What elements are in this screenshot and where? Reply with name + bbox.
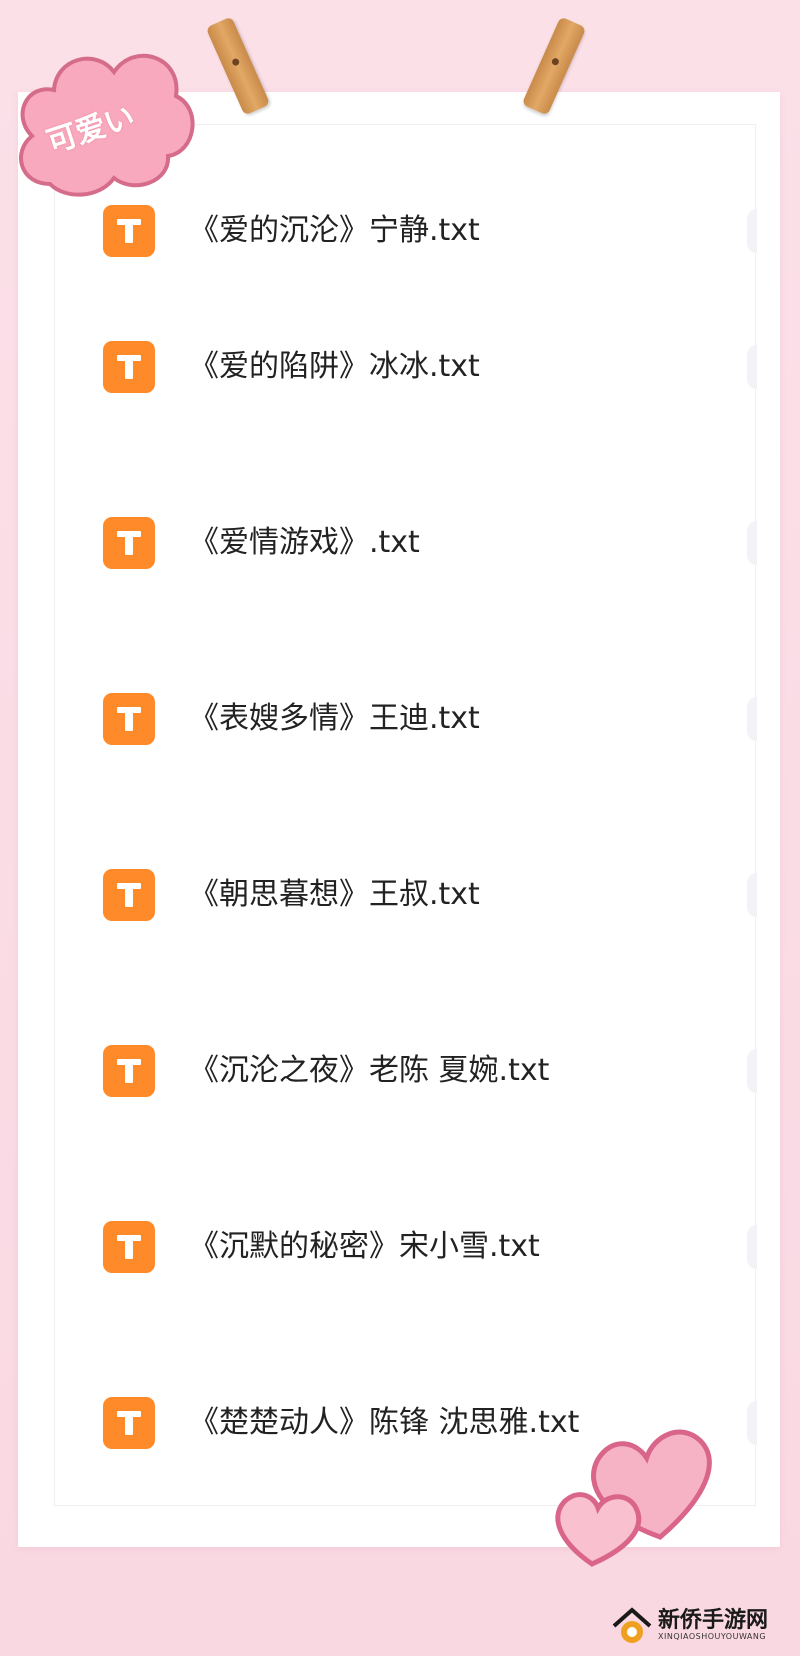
txt-file-icon bbox=[103, 1045, 155, 1097]
txt-file-icon bbox=[103, 693, 155, 745]
txt-file-icon bbox=[103, 517, 155, 569]
file-list-panel: 《爱的沉沦》宁静.txt 《爱的陷阱》冰冰.txt 《爱情游戏》.txt 《表嫂… bbox=[54, 124, 757, 1506]
row-scroll-edge bbox=[747, 209, 757, 253]
file-row[interactable]: 《沉沦之夜》老陈 夏婉.txt bbox=[55, 1041, 757, 1101]
row-scroll-edge bbox=[747, 345, 757, 389]
file-name: 《沉默的秘密》宋小雪.txt bbox=[189, 1229, 540, 1264]
watermark-subtitle: XINQIAOSHOUYOUWANG bbox=[658, 1632, 767, 1641]
site-watermark: 新侨手游网 XINQIAOSHOUYOUWANG bbox=[610, 1600, 796, 1654]
watermark-title: 新侨手游网 bbox=[658, 1607, 769, 1633]
house-logo-icon bbox=[612, 1607, 652, 1643]
file-name: 《爱情游戏》.txt bbox=[189, 525, 420, 560]
file-name: 《沉沦之夜》老陈 夏婉.txt bbox=[189, 1053, 550, 1088]
row-scroll-edge bbox=[747, 873, 757, 917]
file-row[interactable]: 《爱的陷阱》冰冰.txt bbox=[55, 337, 757, 397]
hearts-icon bbox=[555, 1429, 712, 1567]
txt-file-icon bbox=[103, 205, 155, 257]
file-row[interactable]: 《表嫂多情》王迪.txt bbox=[55, 689, 757, 749]
file-row[interactable]: 《沉默的秘密》宋小雪.txt bbox=[55, 1217, 757, 1277]
txt-file-icon bbox=[103, 869, 155, 921]
file-name: 《爱的陷阱》冰冰.txt bbox=[189, 349, 480, 384]
txt-file-icon bbox=[103, 341, 155, 393]
file-row[interactable]: 《爱情游戏》.txt bbox=[55, 513, 757, 573]
txt-file-icon bbox=[103, 1221, 155, 1273]
file-row[interactable]: 《朝思暮想》王叔.txt bbox=[55, 865, 757, 925]
row-scroll-edge bbox=[747, 697, 757, 741]
file-name: 《表嫂多情》王迪.txt bbox=[189, 701, 480, 736]
file-list: 《爱的沉沦》宁静.txt 《爱的陷阱》冰冰.txt 《爱情游戏》.txt 《表嫂… bbox=[55, 125, 757, 1505]
row-scroll-edge bbox=[747, 521, 757, 565]
file-name: 《朝思暮想》王叔.txt bbox=[189, 877, 480, 912]
row-scroll-edge bbox=[747, 1225, 757, 1269]
file-row[interactable]: 《爱的沉沦》宁静.txt bbox=[55, 201, 757, 261]
file-name: 《楚楚动人》陈锋 沈思雅.txt bbox=[189, 1405, 580, 1440]
row-scroll-edge bbox=[747, 1049, 757, 1093]
txt-file-icon bbox=[103, 1397, 155, 1449]
file-name: 《爱的沉沦》宁静.txt bbox=[189, 213, 480, 248]
